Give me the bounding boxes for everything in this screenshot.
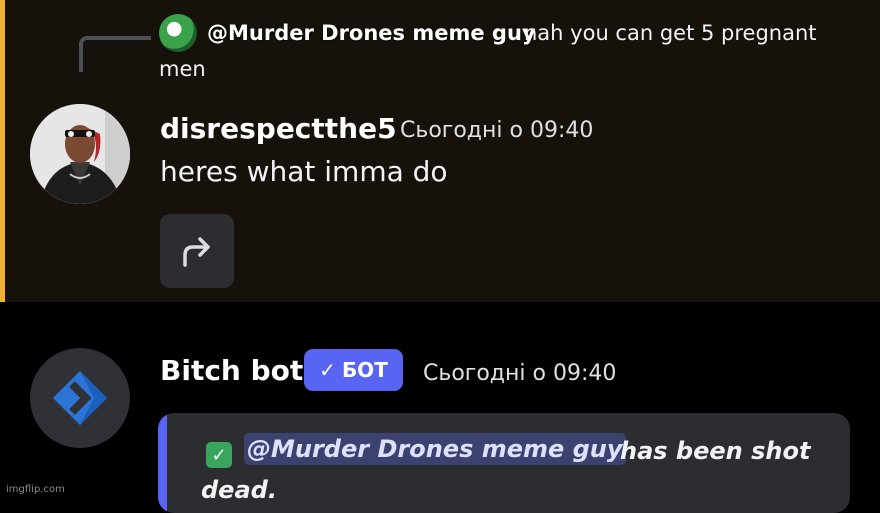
bot-badge: ✓ БОТ [304,349,403,391]
bot-logo-icon [53,371,107,425]
check-mark-icon: ✓ [206,442,232,468]
timestamp: Сьогодні о 09:40 [423,361,617,386]
bot-badge-label: БОТ [341,358,388,382]
watermark: imgflip.com [6,484,65,495]
reply-preview-text-continued[interactable]: men [159,57,206,81]
reply-connector [79,36,151,72]
timestamp: Сьогодні о 09:40 [400,118,594,143]
forward-arrow-icon [183,237,210,267]
user-photo [30,104,130,204]
reply-preview-text[interactable]: nah you can get 5 pregnant [524,21,817,45]
verified-check-icon: ✓ [319,358,336,382]
reply-author-mention[interactable]: @Murder Drones meme guy [207,21,536,45]
user-mention[interactable]: @Murder Drones meme guy [244,433,626,465]
author-name[interactable]: disrespectthe5 [160,112,397,145]
message-text: heres what imma do [160,155,448,188]
embed-description-continued: dead. [201,476,277,504]
embed-description: has been shot [620,437,811,465]
embed: ✓ @Murder Drones meme guy has been shot … [158,413,850,513]
forward-button[interactable] [160,214,234,288]
bot-avatar[interactable] [30,348,130,448]
embed-color-bar [158,413,167,513]
mention-highlight-bar [0,0,5,302]
avatar[interactable] [30,104,130,204]
reply-avatar[interactable] [159,14,197,52]
bot-author-name[interactable]: Bitch bot [160,354,303,387]
